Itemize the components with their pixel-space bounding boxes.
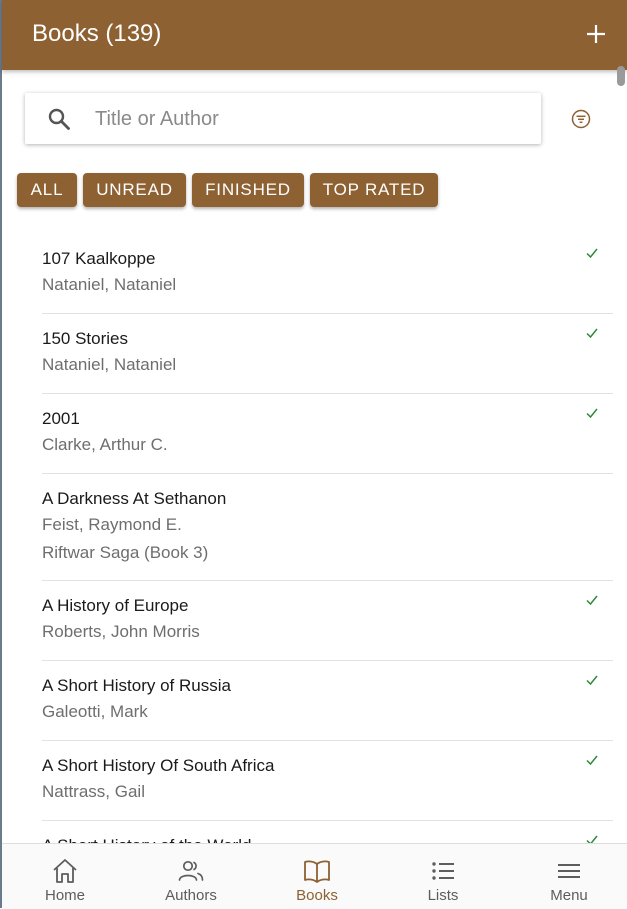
finished-check-icon bbox=[586, 755, 598, 766]
add-book-button[interactable] bbox=[583, 19, 609, 49]
finished-check-icon bbox=[586, 595, 598, 606]
chip-top-rated[interactable]: TOP RATED bbox=[310, 173, 438, 207]
book-title: 107 Kaalkoppe bbox=[42, 249, 156, 268]
search-bar bbox=[25, 93, 541, 144]
nav-books-label: Books bbox=[296, 887, 338, 904]
chip-unread[interactable]: UNREAD bbox=[83, 173, 186, 207]
book-title: 2001 bbox=[42, 409, 80, 428]
nav-lists-label: Lists bbox=[427, 887, 459, 904]
book-list-item[interactable]: A History of Europe Roberts, John Morris bbox=[42, 581, 613, 661]
search-icon bbox=[48, 108, 70, 130]
nav-authors[interactable]: Authors bbox=[128, 844, 254, 909]
book-list: 107 Kaalkoppe Nataniel, Nataniel 150 Sto… bbox=[42, 234, 613, 900]
filter-icon[interactable] bbox=[570, 108, 592, 130]
book-icon bbox=[304, 860, 330, 883]
page-title: Books (139) bbox=[32, 20, 162, 47]
chip-finished[interactable]: FINISHED bbox=[192, 173, 304, 207]
book-list-item[interactable]: 2001 Clarke, Arthur C. bbox=[42, 394, 613, 474]
bottom-navigation: Home Authors Books Lists Menu bbox=[2, 843, 627, 909]
scrollbar-thumb[interactable] bbox=[617, 66, 625, 86]
book-author: Clarke, Arthur C. bbox=[42, 435, 168, 454]
book-list-item[interactable]: A Short History Of South Africa Nattrass… bbox=[42, 741, 613, 821]
plus-icon bbox=[587, 25, 605, 43]
book-series: Riftwar Saga (Book 3) bbox=[42, 543, 209, 562]
book-author: Nattrass, Gail bbox=[42, 782, 145, 801]
finished-check-icon bbox=[586, 248, 598, 259]
list-icon bbox=[432, 862, 454, 880]
nav-home[interactable]: Home bbox=[2, 844, 128, 909]
book-author: Galeotti, Mark bbox=[42, 702, 148, 721]
window-left-edge bbox=[0, 0, 2, 908]
nav-lists[interactable]: Lists bbox=[380, 844, 506, 909]
book-list-item[interactable]: 107 Kaalkoppe Nataniel, Nataniel bbox=[42, 234, 613, 314]
nav-books[interactable]: Books bbox=[254, 844, 380, 909]
book-title: A Short History of Russia bbox=[42, 676, 231, 695]
app-header: Books (139) bbox=[2, 0, 627, 70]
book-author: Nataniel, Nataniel bbox=[42, 355, 177, 374]
nav-menu-label: Menu bbox=[550, 887, 588, 904]
authors-icon bbox=[178, 860, 204, 881]
home-icon bbox=[53, 859, 77, 883]
book-author: Roberts, John Morris bbox=[42, 622, 200, 641]
book-author: Nataniel, Nataniel bbox=[42, 275, 177, 294]
menu-icon bbox=[558, 864, 580, 878]
book-title: A Darkness At Sethanon bbox=[42, 489, 227, 508]
book-title: 150 Stories bbox=[42, 329, 128, 348]
nav-authors-label: Authors bbox=[165, 887, 217, 904]
chip-all[interactable]: ALL bbox=[17, 173, 77, 207]
search-input[interactable] bbox=[93, 103, 527, 135]
nav-home-label: Home bbox=[44, 887, 85, 904]
book-author: Feist, Raymond E. bbox=[42, 515, 182, 534]
book-list-item[interactable]: 150 Stories Nataniel, Nataniel bbox=[42, 314, 613, 394]
book-list-item[interactable]: A Darkness At Sethanon Feist, Raymond E.… bbox=[42, 474, 613, 581]
book-list-item[interactable]: A Short History of Russia Galeotti, Mark bbox=[42, 661, 613, 741]
nav-menu[interactable]: Menu bbox=[506, 844, 627, 909]
finished-check-icon bbox=[586, 675, 598, 686]
finished-check-icon bbox=[586, 328, 598, 339]
finished-check-icon bbox=[586, 408, 598, 419]
book-title: A Short History Of South Africa bbox=[42, 756, 275, 775]
book-title: A History of Europe bbox=[42, 596, 189, 615]
